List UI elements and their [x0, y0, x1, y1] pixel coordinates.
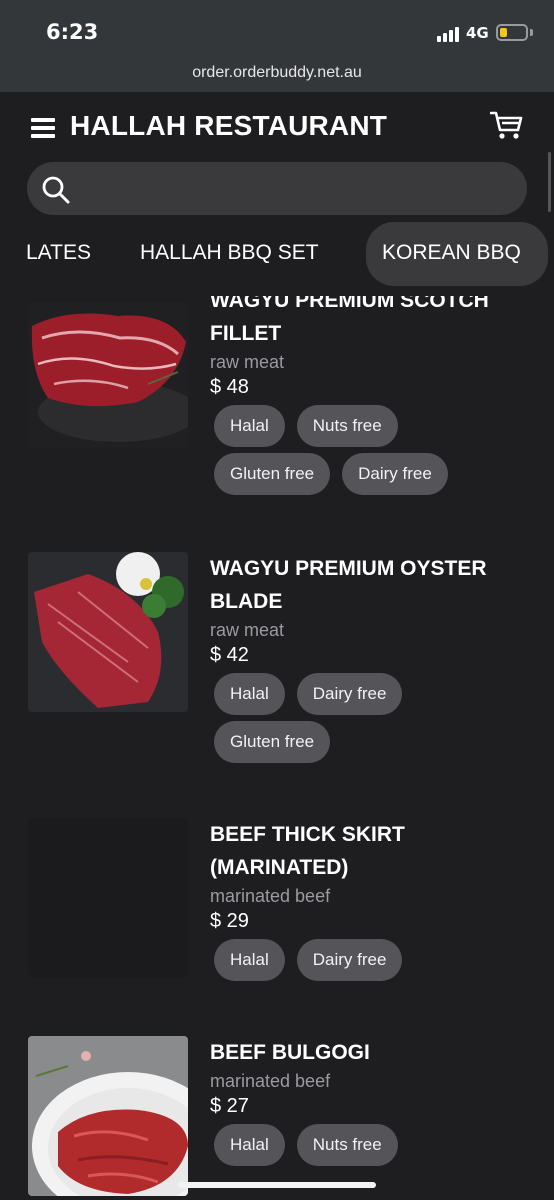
- tag-badge: Dairy free: [296, 939, 403, 981]
- tag-badge: Halal: [214, 405, 285, 447]
- cart-icon[interactable]: [490, 110, 524, 140]
- item-price: $ 27: [210, 1095, 249, 1117]
- item-price: $ 48: [210, 376, 249, 398]
- item-image[interactable]: [28, 302, 188, 462]
- item-description: marinated beef: [210, 1071, 331, 1091]
- tag-badge: Dairy free: [342, 453, 448, 495]
- signal-icon: [437, 26, 463, 42]
- tag-badge: Gluten free: [214, 721, 331, 763]
- battery-icon: [496, 24, 528, 41]
- battery-tip: [530, 29, 533, 36]
- page-title: HALLAH RESTAURANT: [70, 110, 388, 141]
- status-time: 6:23: [46, 20, 99, 44]
- tag-list: Halal Dairy free: [210, 939, 510, 987]
- item-image[interactable]: [28, 1036, 188, 1196]
- search-bar[interactable]: [27, 162, 527, 215]
- tag-badge: Gluten free: [214, 453, 331, 495]
- tag-badge: Halal: [214, 1124, 285, 1166]
- home-indicator[interactable]: [178, 1182, 376, 1188]
- item-image[interactable]: [28, 818, 188, 978]
- tab-korean-bbq[interactable]: KOREAN BBQ: [366, 222, 548, 286]
- tab-plates[interactable]: LATES: [26, 222, 91, 286]
- category-tabs: LATES HALLAH BBQ SET KOREAN BBQ: [0, 222, 554, 288]
- tag-badge: Nuts free: [296, 405, 398, 447]
- scrollbar[interactable]: [548, 152, 551, 212]
- tag-badge: Dairy free: [296, 673, 403, 715]
- network-label: 4G: [466, 24, 489, 42]
- item-name: WAGYU PREMIUM OYSTER BLADE: [210, 557, 487, 613]
- url-text[interactable]: order.orderbuddy.net.au: [0, 64, 554, 82]
- status-bar: 6:23 4G: [0, 0, 554, 64]
- item-description: marinated beef: [210, 886, 331, 906]
- menu-icon[interactable]: [31, 118, 55, 138]
- tab-hallah-bbq-set[interactable]: HALLAH BBQ SET: [140, 222, 319, 286]
- search-input[interactable]: [85, 170, 515, 206]
- item-name: WAGYU PREMIUM SCOTCH FILLET: [210, 296, 489, 345]
- item-description: raw meat: [210, 352, 285, 372]
- item-description: raw meat: [210, 620, 285, 640]
- tag-list: Halal Nuts free: [210, 1124, 510, 1172]
- item-price: $ 42: [210, 644, 249, 666]
- item-name: BEEF THICK SKIRT (MARINATED): [210, 823, 405, 879]
- url-bar[interactable]: order.orderbuddy.net.au: [0, 64, 554, 92]
- tag-badge: Halal: [214, 673, 285, 715]
- tag-list: Halal Dairy free Gluten free: [210, 673, 510, 769]
- tag-list: Halal Nuts free Gluten free Dairy free: [210, 405, 510, 501]
- item-name: BEEF BULGOGI: [210, 1041, 370, 1064]
- tag-badge: Nuts free: [296, 1124, 398, 1166]
- item-price: $ 29: [210, 910, 249, 932]
- app-header: HALLAH RESTAURANT: [0, 92, 554, 160]
- tag-badge: Halal: [214, 939, 285, 981]
- search-icon[interactable]: [41, 175, 71, 205]
- menu-list: WAGYU PREMIUM SCOTCH FILLET raw meat $ 4…: [0, 296, 554, 1200]
- item-image[interactable]: [28, 552, 188, 712]
